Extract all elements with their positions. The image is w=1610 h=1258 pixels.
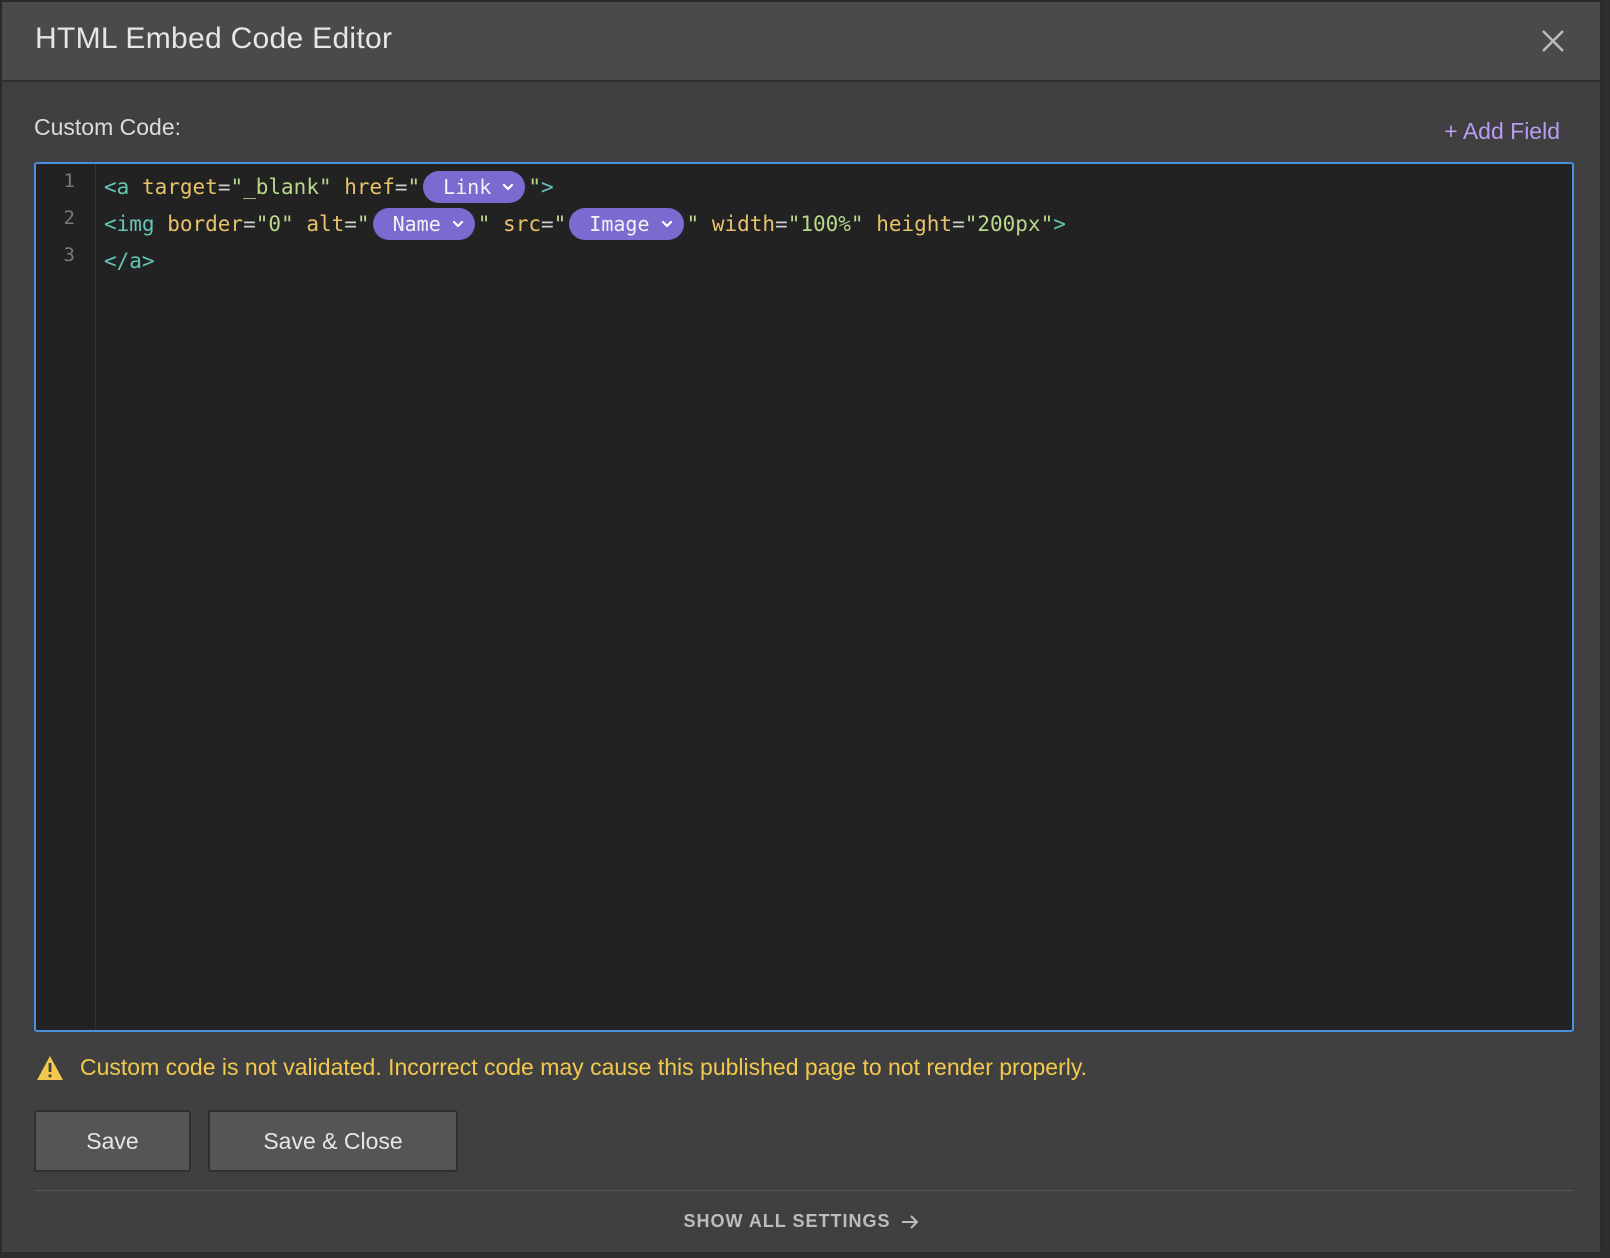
code-token: =	[952, 212, 965, 236]
chevron-down-icon	[661, 220, 672, 228]
embed-code-dialog: HTML Embed Code Editor Custom Code: + Ad…	[0, 0, 1602, 1254]
code-token: border	[154, 212, 244, 236]
code-token: =	[344, 212, 357, 236]
code-token: "	[407, 175, 421, 199]
code-token: =	[243, 212, 256, 236]
code-token: "	[356, 212, 370, 236]
code-token: "_blank"	[230, 175, 332, 199]
chevron-down-icon	[503, 183, 514, 191]
code-token: <img	[104, 212, 155, 236]
code-token: target	[129, 175, 218, 199]
code-token: "	[553, 212, 567, 236]
code-token: "	[528, 175, 541, 199]
code-token: "100%"	[787, 212, 864, 236]
warning-icon	[37, 1055, 63, 1080]
dialog-title: HTML Embed Code Editor	[35, 22, 393, 55]
field-chip-image[interactable]: Image	[569, 208, 684, 240]
line-number: 2	[63, 207, 75, 229]
field-chip-label: Link	[443, 175, 492, 199]
line-number-gutter: 1 2 3	[36, 164, 96, 1030]
close-icon[interactable]	[1540, 28, 1566, 54]
code-token: >	[540, 175, 554, 199]
field-chip-label: Image	[589, 212, 650, 236]
code-token: =	[217, 175, 231, 199]
show-all-settings-label: SHOW ALL SETTINGS	[683, 1211, 891, 1231]
code-token: alt	[293, 212, 345, 236]
validation-warning: Custom code is not validated. Incorrect …	[36, 1054, 1087, 1081]
warning-text: Custom code is not validated. Incorrect …	[80, 1054, 1088, 1080]
code-line[interactable]: </a>	[104, 243, 155, 279]
code-token: </a>	[104, 249, 155, 273]
line-number: 1	[63, 170, 75, 192]
code-editor[interactable]: 1 2 3 <a target = "_blank" href = " Link " > <i…	[34, 162, 1574, 1032]
line-number: 3	[63, 244, 75, 266]
code-token: "200px"	[964, 212, 1054, 236]
code-token: "	[477, 212, 491, 236]
code-token: =	[775, 212, 788, 236]
field-chip-name[interactable]: Name	[372, 208, 475, 240]
code-token: href	[331, 175, 395, 199]
code-token: width	[699, 212, 776, 236]
add-field-link[interactable]: + Add Field	[1444, 118, 1560, 145]
chevron-down-icon	[452, 220, 463, 228]
code-token: <a	[104, 175, 130, 199]
code-token: height	[863, 212, 953, 236]
code-token: =	[394, 175, 408, 199]
code-line[interactable]: <img border = "0" alt = " Name " src = " Image " w…	[104, 206, 1066, 242]
save-close-button[interactable]: Save & Close	[208, 1110, 458, 1172]
code-token: src	[490, 212, 541, 236]
show-all-settings-link[interactable]: SHOW ALL SETTINGS	[2, 1211, 1600, 1232]
field-chip-link[interactable]: Link	[423, 171, 526, 203]
code-line[interactable]: <a target = "_blank" href = " Link " >	[104, 169, 554, 205]
code-token: >	[1053, 212, 1066, 236]
code-token: =	[540, 212, 554, 236]
custom-code-label: Custom Code:	[34, 114, 182, 140]
arrow-right-icon	[901, 1214, 918, 1229]
code-token: "	[686, 212, 700, 236]
code-token: "0"	[255, 212, 294, 236]
save-button[interactable]: Save	[34, 1110, 191, 1172]
dialog-header: HTML Embed Code Editor	[2, 2, 1600, 82]
footer-divider	[34, 1190, 1574, 1191]
field-chip-label: Name	[392, 212, 441, 236]
code-area[interactable]: <a target = "_blank" href = " Link " > <img bor…	[104, 164, 1572, 1030]
